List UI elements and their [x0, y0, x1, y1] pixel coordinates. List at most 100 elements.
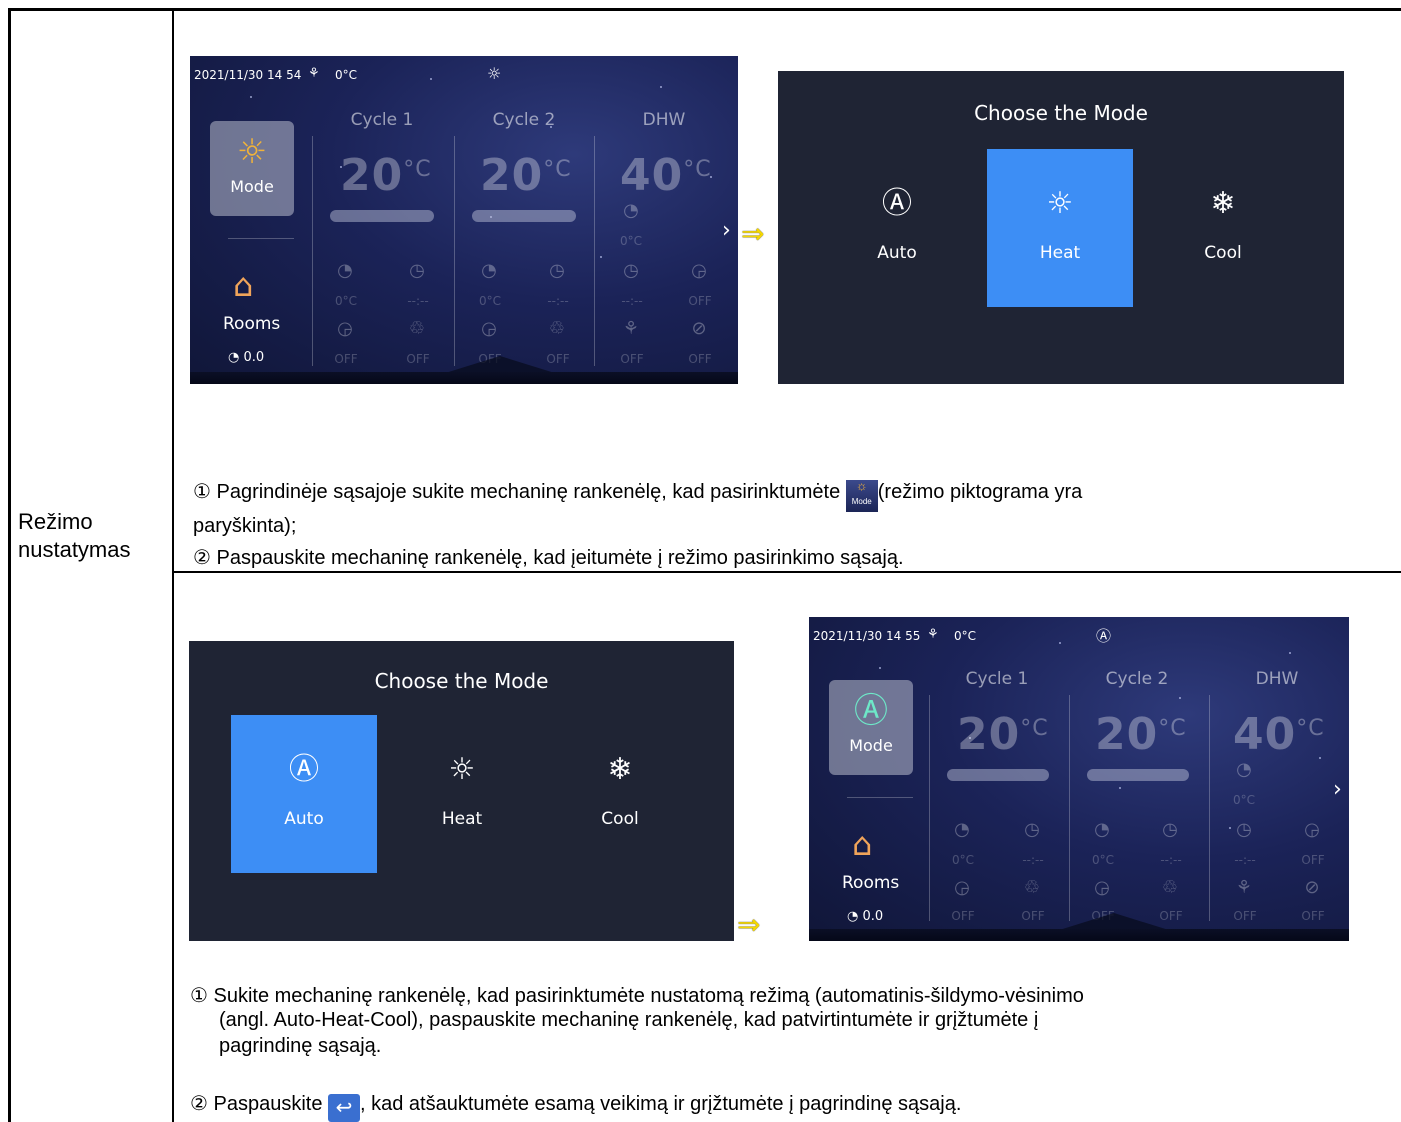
table-top-border: [8, 8, 1401, 11]
row-label: Režimo nustatymas: [18, 508, 131, 564]
gauge-icon: ◔: [481, 260, 497, 281]
cycle2-bar: [472, 210, 576, 222]
row-label-line1: Režimo: [18, 509, 93, 534]
status-mode-icon: ☼: [487, 64, 502, 83]
mode-tile[interactable]: ☼ Mode: [210, 121, 294, 216]
cycle2-temp[interactable]: 20°C: [1095, 709, 1187, 760]
cycle1-bar: [947, 769, 1049, 781]
thermometer-icon: ⚘: [308, 66, 320, 81]
status-temp: 0°C: [954, 629, 977, 643]
instruction-a-line2: ② Paspauskite mechaninę rankenėlę, kad į…: [193, 547, 904, 569]
cycle1-temp[interactable]: 20°C: [340, 150, 432, 201]
mode-tile[interactable]: Ⓐ Mode: [829, 680, 913, 775]
weekly-icon: ◶: [691, 260, 707, 281]
weekly-icon: ◶: [1094, 877, 1110, 898]
eco-icon: ♲: [1161, 877, 1179, 898]
chevron-right-icon[interactable]: ›: [722, 218, 731, 243]
cycle1-temp[interactable]: 20°C: [957, 709, 1049, 760]
cycle1-title: Cycle 1: [350, 110, 414, 130]
timer-icon: ◷: [623, 260, 639, 281]
pressure-value: 0.0: [243, 350, 265, 365]
mode-label: Mode: [849, 736, 893, 755]
gauge-icon: ◔: [337, 260, 353, 281]
weekly-icon: ◶: [954, 877, 970, 898]
dhw-title: DHW: [642, 110, 686, 130]
auto-icon: Ⓐ: [882, 186, 912, 221]
arrow-icon: ⇒: [737, 909, 761, 940]
eco-icon: ♲: [548, 318, 566, 339]
cycle2-title: Cycle 2: [1105, 669, 1169, 689]
gauge-icon: ◔: [623, 200, 639, 221]
home-icon: ⌂: [233, 266, 254, 304]
instruction-a-line1-cont: paryškinta);: [193, 515, 297, 537]
chevron-right-icon[interactable]: ›: [1333, 777, 1342, 802]
row-label-line2: nustatymas: [18, 537, 131, 562]
timer-icon: ◷: [1236, 819, 1252, 840]
dhw-title: DHW: [1255, 669, 1299, 689]
timer-icon: ◷: [1024, 819, 1040, 840]
thermometer-icon: ⚘: [927, 627, 939, 642]
timer-icon: ◷: [1162, 819, 1178, 840]
home-icon: ⌂: [852, 825, 873, 863]
rooms-label[interactable]: Rooms: [842, 873, 899, 893]
cycle2-title: Cycle 2: [492, 110, 556, 130]
snowflake-icon: ❄: [1210, 186, 1236, 221]
timer-icon: ◷: [409, 260, 425, 281]
table-left-border: [8, 8, 11, 1122]
option-cool[interactable]: ❄ Cool: [547, 715, 693, 873]
rooms-label[interactable]: Rooms: [223, 314, 280, 334]
chooser-title: Choose the Mode: [974, 101, 1148, 125]
chooser-title: Choose the Mode: [374, 669, 549, 693]
status-mode-icon: Ⓐ: [1096, 627, 1112, 645]
arrow-icon: ⇒: [741, 218, 765, 249]
gauge-icon: ◔: [1236, 759, 1252, 780]
eco-icon: ♲: [408, 318, 426, 339]
pressure-gauge-icon: ◔: [228, 350, 240, 365]
status-temp: 0°C: [335, 68, 358, 82]
sun-icon: ☼: [448, 752, 476, 787]
instruction-b-line4: ② Paspauskite ↩, kad atšauktumėte esamą …: [190, 1092, 961, 1122]
instruction-a-line1: ① Pagrindinėje sąsajoje sukite mechaninę…: [193, 479, 1398, 512]
option-heat[interactable]: ☼ Heat: [987, 149, 1133, 307]
main-screen-after: 2021/11/30 14 55 ⚘ 0°C Ⓐ Ⓐ Mode ⌂ Rooms …: [809, 617, 1349, 941]
mode-label: Mode: [230, 177, 274, 196]
cycle1-title: Cycle 1: [965, 669, 1029, 689]
instruction-b-line2: (angl. Auto-Heat-Cool), paspauskite mech…: [219, 1009, 1039, 1031]
weekly-icon: ◶: [481, 318, 497, 339]
auto-icon: Ⓐ: [289, 752, 319, 787]
mode-chooser-heat: Choose the Mode Ⓐ Auto ☼ Heat ❄ Cool: [778, 71, 1344, 384]
cycle1-bar: [330, 210, 434, 222]
eco-icon: ♲: [1023, 877, 1041, 898]
timer-icon: ◷: [549, 260, 565, 281]
dhw-temp[interactable]: 40°C: [1233, 709, 1325, 760]
option-auto[interactable]: Ⓐ Auto: [824, 149, 970, 307]
dhw-temp[interactable]: 40°C: [620, 150, 712, 201]
table-row-divider: [172, 571, 1401, 573]
snowflake-icon: ❄: [607, 752, 633, 787]
pressure-value: 0.0: [862, 909, 884, 924]
auto-icon: Ⓐ: [854, 691, 888, 731]
table-column-divider: [172, 8, 174, 1122]
status-datetime: 2021/11/30 14 55: [813, 629, 921, 643]
gauge-icon: ◔: [1094, 819, 1110, 840]
main-screen-before: 2021/11/30 14 54 ⚘ 0°C ☼ ☼ Mode ⌂ Rooms …: [190, 56, 738, 384]
back-icon: ↩: [328, 1094, 361, 1122]
weekly-icon: ◶: [1304, 819, 1320, 840]
status-datetime: 2021/11/30 14 54: [194, 68, 302, 82]
boost-icon: ⚘: [1235, 877, 1253, 898]
sun-icon: ☼: [1046, 186, 1074, 221]
cycle2-temp[interactable]: 20°C: [480, 150, 572, 201]
cycle2-bar: [1087, 769, 1189, 781]
option-heat[interactable]: ☼ Heat: [389, 715, 535, 873]
option-cool[interactable]: ❄ Cool: [1150, 149, 1296, 307]
mode-chooser-auto: Choose the Mode Ⓐ Auto ☼ Heat ❄ Cool: [189, 641, 734, 941]
gauge-icon: ◔: [954, 819, 970, 840]
disinfect-icon: ⊘: [1304, 877, 1320, 898]
disinfect-icon: ⊘: [691, 318, 707, 339]
mode-mini-icon: ☼ Mode: [845, 479, 878, 512]
weekly-icon: ◶: [337, 318, 353, 339]
option-auto[interactable]: Ⓐ Auto: [231, 715, 377, 873]
instruction-b-line3: pagrindinę sąsają.: [219, 1035, 382, 1057]
instruction-b-line1: ① Sukite mechaninę rankenėlę, kad pasiri…: [190, 985, 1084, 1007]
boost-icon: ⚘: [622, 318, 640, 339]
